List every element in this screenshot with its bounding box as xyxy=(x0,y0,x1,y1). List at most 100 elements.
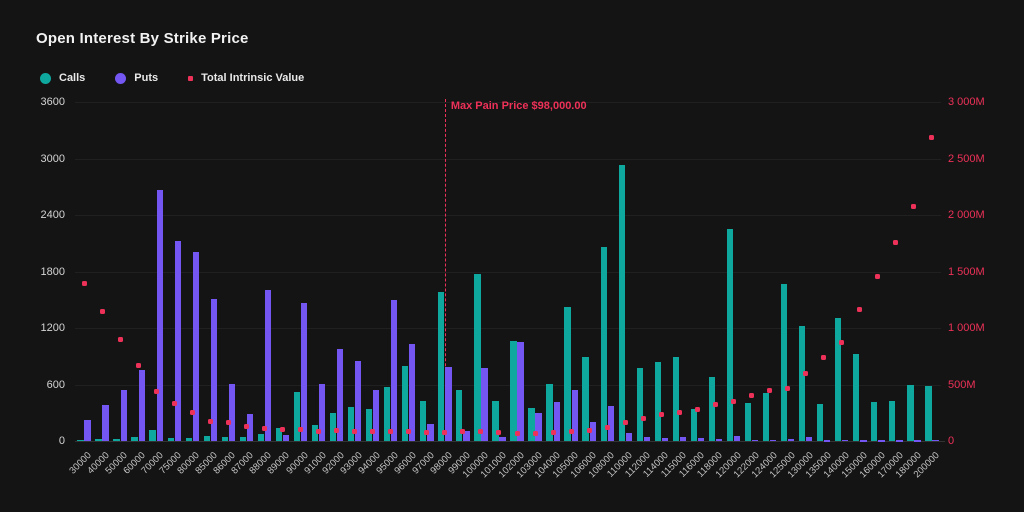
calls-bar[interactable] xyxy=(474,274,480,441)
tiv-point[interactable] xyxy=(569,429,574,434)
calls-bar[interactable] xyxy=(240,437,246,441)
tiv-point[interactable] xyxy=(911,204,916,209)
calls-bar[interactable] xyxy=(204,436,210,441)
tiv-point[interactable] xyxy=(424,430,429,435)
calls-bar[interactable] xyxy=(889,401,895,441)
calls-bar[interactable] xyxy=(763,393,769,441)
calls-bar[interactable] xyxy=(492,401,498,441)
puts-bar[interactable] xyxy=(121,390,127,441)
tiv-point[interactable] xyxy=(713,402,718,407)
puts-bar[interactable] xyxy=(157,190,163,441)
calls-bar[interactable] xyxy=(258,434,264,441)
puts-bar[interactable] xyxy=(752,440,758,442)
calls-bar[interactable] xyxy=(420,401,426,441)
tiv-point[interactable] xyxy=(803,371,808,376)
calls-bar[interactable] xyxy=(528,408,534,441)
calls-bar[interactable] xyxy=(871,402,877,441)
tiv-point[interactable] xyxy=(82,281,87,286)
calls-bar[interactable] xyxy=(149,430,155,441)
puts-bar[interactable] xyxy=(102,405,108,441)
calls-bar[interactable] xyxy=(709,377,715,441)
calls-bar[interactable] xyxy=(691,409,697,441)
tiv-point[interactable] xyxy=(298,427,303,432)
calls-bar[interactable] xyxy=(817,404,823,441)
tiv-point[interactable] xyxy=(677,410,682,415)
tiv-point[interactable] xyxy=(190,410,195,415)
calls-bar[interactable] xyxy=(601,247,607,441)
puts-bar[interactable] xyxy=(770,440,776,442)
calls-bar[interactable] xyxy=(781,284,787,441)
plot-area[interactable]: 00600500M12001 000M18001 500M24002 000M3… xyxy=(0,0,1024,512)
tiv-point[interactable] xyxy=(929,135,934,140)
tiv-point[interactable] xyxy=(587,428,592,433)
tiv-point[interactable] xyxy=(334,428,339,433)
calls-bar[interactable] xyxy=(77,440,83,442)
calls-bar[interactable] xyxy=(853,354,859,441)
puts-bar[interactable] xyxy=(824,440,830,442)
puts-bar[interactable] xyxy=(265,290,271,441)
tiv-point[interactable] xyxy=(136,363,141,368)
calls-bar[interactable] xyxy=(564,307,570,441)
tiv-point[interactable] xyxy=(749,393,754,398)
calls-bar[interactable] xyxy=(745,403,751,441)
tiv-point[interactable] xyxy=(893,240,898,245)
puts-bar[interactable] xyxy=(175,241,181,441)
tiv-point[interactable] xyxy=(280,427,285,432)
puts-bar[interactable] xyxy=(680,437,686,441)
tiv-point[interactable] xyxy=(262,426,267,431)
tiv-point[interactable] xyxy=(515,431,520,436)
puts-bar[interactable] xyxy=(860,440,866,442)
calls-bar[interactable] xyxy=(637,368,643,441)
calls-bar[interactable] xyxy=(95,439,101,441)
tiv-point[interactable] xyxy=(478,429,483,434)
calls-bar[interactable] xyxy=(438,292,444,441)
calls-bar[interactable] xyxy=(799,326,805,441)
calls-bar[interactable] xyxy=(330,413,336,441)
tiv-point[interactable] xyxy=(154,389,159,394)
tiv-point[interactable] xyxy=(118,337,123,342)
tiv-point[interactable] xyxy=(659,412,664,417)
calls-bar[interactable] xyxy=(673,357,679,441)
puts-bar[interactable] xyxy=(788,439,794,441)
calls-bar[interactable] xyxy=(727,229,733,441)
calls-bar[interactable] xyxy=(907,385,913,441)
tiv-point[interactable] xyxy=(533,431,538,436)
puts-bar[interactable] xyxy=(716,439,722,441)
puts-bar[interactable] xyxy=(734,436,740,441)
tiv-point[interactable] xyxy=(172,401,177,406)
calls-bar[interactable] xyxy=(835,318,841,441)
puts-bar[interactable] xyxy=(698,438,704,441)
tiv-point[interactable] xyxy=(821,355,826,360)
puts-bar[interactable] xyxy=(662,438,668,441)
puts-bar[interactable] xyxy=(644,437,650,441)
puts-bar[interactable] xyxy=(535,413,541,441)
puts-bar[interactable] xyxy=(608,406,614,441)
puts-bar[interactable] xyxy=(842,440,848,442)
tiv-point[interactable] xyxy=(316,429,321,434)
calls-bar[interactable] xyxy=(113,439,119,441)
puts-bar[interactable] xyxy=(409,344,415,441)
puts-bar[interactable] xyxy=(283,435,289,441)
tiv-point[interactable] xyxy=(100,309,105,314)
tiv-point[interactable] xyxy=(226,420,231,425)
tiv-point[interactable] xyxy=(839,340,844,345)
puts-bar[interactable] xyxy=(229,384,235,441)
puts-bar[interactable] xyxy=(806,437,812,441)
tiv-point[interactable] xyxy=(551,430,556,435)
puts-bar[interactable] xyxy=(84,420,90,441)
puts-bar[interactable] xyxy=(499,437,505,441)
puts-bar[interactable] xyxy=(517,342,523,441)
puts-bar[interactable] xyxy=(626,433,632,441)
puts-bar[interactable] xyxy=(932,440,938,442)
calls-bar[interactable] xyxy=(619,165,625,441)
tiv-point[interactable] xyxy=(370,429,375,434)
calls-bar[interactable] xyxy=(925,386,931,441)
puts-bar[interactable] xyxy=(391,300,397,441)
calls-bar[interactable] xyxy=(222,437,228,441)
calls-bar[interactable] xyxy=(131,437,137,441)
calls-bar[interactable] xyxy=(510,341,516,441)
calls-bar[interactable] xyxy=(186,438,192,441)
tiv-point[interactable] xyxy=(695,407,700,412)
calls-bar[interactable] xyxy=(294,392,300,441)
tiv-point[interactable] xyxy=(605,425,610,430)
